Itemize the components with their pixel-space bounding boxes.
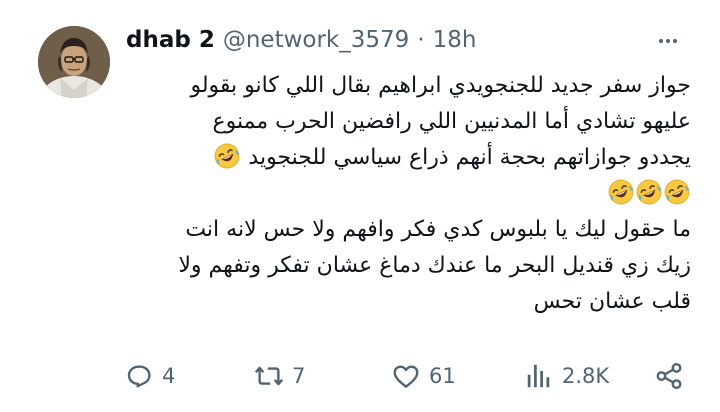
- avatar-image: [38, 26, 110, 98]
- reply-count: 4: [162, 364, 176, 388]
- rolling-on-floor-laughing-emoji: [664, 179, 690, 205]
- views-count: 2.8K: [562, 364, 610, 388]
- author-name[interactable]: dhab 2: [126, 27, 215, 53]
- rolling-on-floor-laughing-emoji: [608, 179, 634, 205]
- repost-icon: [254, 366, 284, 386]
- tweet-line: قلب عشان تحس: [533, 289, 691, 314]
- rolling-on-floor-laughing-emoji: [214, 143, 240, 169]
- tweet-text: جواز سفر جديد للجنجويدي ابراهيم بقال الل…: [126, 68, 691, 320]
- share-button[interactable]: [654, 356, 684, 396]
- tweet-line: ما حقول ليك يا بلبوس كدي فكر وافهم ولا ح…: [185, 217, 691, 242]
- tweet-line: يجددو جوازاتهم بحجة أنهم ذراع سياسي للجن…: [126, 140, 691, 176]
- tweet-line: عليهو تشادي أما المدنيين اللي رافضين الح…: [212, 109, 691, 134]
- heart-icon: [393, 365, 419, 388]
- views-icon: [527, 364, 550, 388]
- tweet-line: زيك زي قنديل البحر ما عندك دماغ عشان تفك…: [178, 253, 691, 278]
- tweet-header: dhab 2 @network_3579 · 18h: [126, 27, 476, 53]
- repost-button[interactable]: 7: [254, 356, 305, 396]
- tweet-timestamp[interactable]: 18h: [433, 27, 477, 53]
- more-icon: [659, 39, 677, 43]
- like-count: 61: [429, 364, 456, 388]
- views-button[interactable]: 2.8K: [524, 356, 609, 396]
- rolling-on-floor-laughing-emoji: [636, 179, 662, 205]
- more-button[interactable]: [653, 28, 683, 54]
- tweet-line-text: يجددو جوازاتهم بحجة أنهم ذراع سياسي للجن…: [248, 145, 691, 170]
- reply-icon: [127, 365, 151, 388]
- avatar[interactable]: [38, 26, 110, 98]
- author-handle[interactable]: @network_3579: [223, 27, 409, 53]
- reply-button[interactable]: 4: [124, 356, 175, 396]
- repost-count: 7: [292, 364, 306, 388]
- tweet-line: جواز سفر جديد للجنجويدي ابراهيم بقال الل…: [190, 73, 691, 98]
- action-bar: 4 7 61 2.8K: [124, 356, 690, 396]
- share-icon: [656, 362, 682, 390]
- emoji-line: [126, 176, 691, 212]
- separator-dot: ·: [417, 27, 425, 53]
- like-button[interactable]: 61: [391, 356, 456, 396]
